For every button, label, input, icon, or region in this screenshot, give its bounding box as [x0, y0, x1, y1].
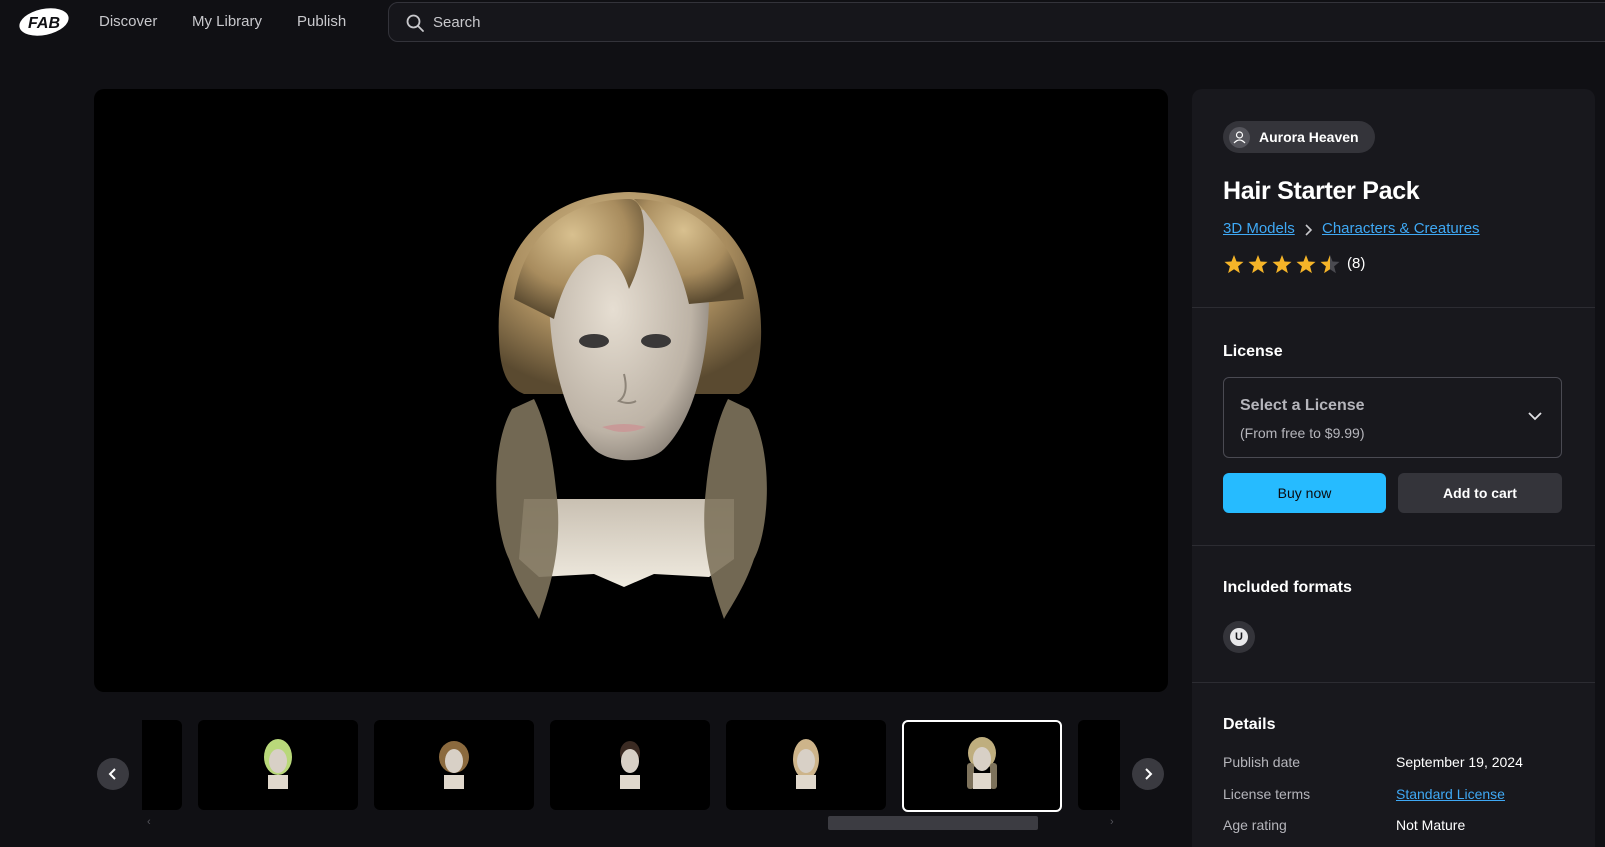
detail-label-age-rating: Age rating [1223, 817, 1287, 833]
scroll-right-arrow[interactable]: › [1110, 816, 1114, 828]
divider [1192, 545, 1595, 546]
add-to-cart-button[interactable]: Add to cart [1398, 473, 1562, 513]
search-input[interactable]: Search [388, 2, 1605, 42]
scroll-left-arrow[interactable]: ‹ [147, 816, 151, 828]
rating-stars [1223, 254, 1343, 281]
detail-label-publish-date: Publish date [1223, 754, 1301, 770]
model-viewer[interactable] [94, 89, 1168, 692]
author-name: Aurora Heaven [1259, 129, 1359, 145]
thumbnail-scrollbar[interactable] [828, 816, 1038, 830]
license-heading: License [1223, 343, 1283, 360]
fab-logo[interactable]: FAB [18, 7, 70, 37]
chevron-right-icon [1305, 224, 1313, 236]
thumbnail[interactable] [142, 720, 182, 810]
chevron-down-icon [1528, 412, 1542, 421]
nav-publish[interactable]: Publish [297, 13, 346, 30]
thumbnail-strip [142, 720, 1120, 812]
license-select-label: Select a License [1240, 397, 1365, 414]
author-avatar-icon [1229, 127, 1250, 148]
detail-value-age-rating: Not Mature [1396, 817, 1466, 833]
breadcrumb-characters-creatures[interactable]: Characters & Creatures [1322, 220, 1480, 237]
chevron-left-icon [108, 768, 116, 780]
product-title: Hair Starter Pack [1223, 177, 1420, 205]
thumbnail[interactable] [374, 720, 534, 810]
star-icon [1296, 255, 1316, 274]
detail-label-license-terms: License terms [1223, 786, 1311, 802]
model-preview-image [496, 192, 767, 619]
search-placeholder: Search [433, 14, 481, 31]
details-heading: Details [1223, 716, 1276, 733]
chevron-right-icon [1145, 768, 1153, 780]
divider [1192, 682, 1595, 683]
thumbnail[interactable] [726, 720, 886, 810]
breadcrumb-3d-models[interactable]: 3D Models [1223, 220, 1295, 237]
buy-now-button[interactable]: Buy now [1223, 473, 1386, 513]
detail-value-publish-date: September 19, 2024 [1396, 754, 1523, 770]
thumbnails-prev-button[interactable] [97, 758, 129, 790]
included-formats-heading: Included formats [1223, 579, 1352, 596]
rating-count: (8) [1347, 255, 1366, 272]
thumbnail[interactable] [198, 720, 358, 810]
star-icon [1320, 255, 1340, 274]
thumbnail-active[interactable] [902, 720, 1062, 812]
top-nav: FAB Discover My Library Publish Search [0, 0, 1605, 44]
unreal-engine-icon[interactable]: U [1223, 621, 1255, 653]
thumbnail[interactable] [550, 720, 710, 810]
license-select[interactable]: Select a License (From free to $9.99) [1223, 377, 1562, 458]
star-icon [1248, 255, 1268, 274]
divider [1192, 307, 1595, 308]
star-icon [1224, 255, 1244, 274]
thumbnail[interactable] [1078, 720, 1120, 810]
thumbnails-next-button[interactable] [1132, 758, 1164, 790]
license-price-range: (From free to $9.99) [1240, 425, 1365, 441]
logo-text: FAB [28, 15, 60, 32]
star-icon [1272, 255, 1292, 274]
product-panel: Aurora Heaven Hair Starter Pack 3D Model… [1192, 89, 1595, 847]
standard-license-link[interactable]: Standard License [1396, 786, 1505, 802]
author-badge[interactable]: Aurora Heaven [1223, 121, 1375, 153]
nav-my-library[interactable]: My Library [192, 13, 262, 30]
search-icon [406, 14, 424, 32]
nav-discover[interactable]: Discover [99, 13, 157, 30]
